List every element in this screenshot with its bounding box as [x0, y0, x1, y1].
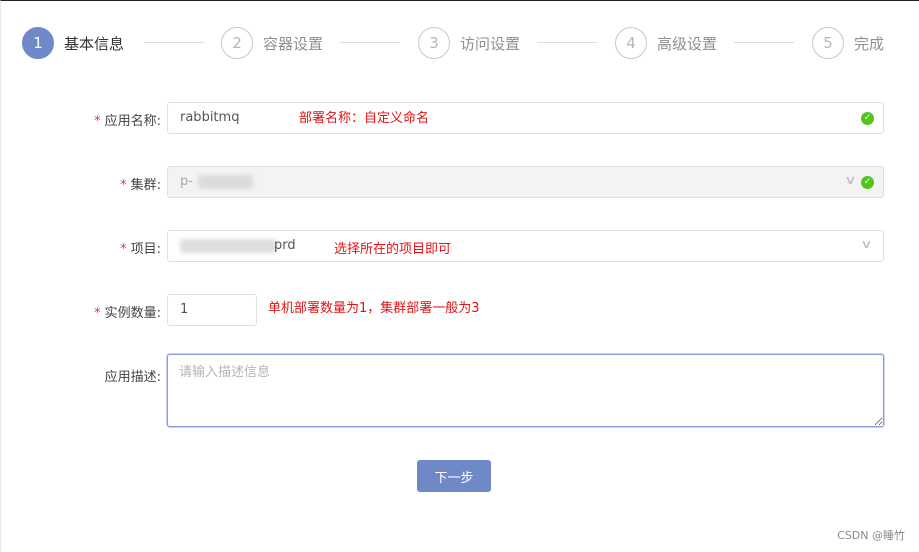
step-1-number: 1 — [22, 27, 54, 59]
step-connector — [537, 42, 597, 43]
step-connector — [144, 42, 204, 43]
next-step-button[interactable]: 下一步 — [417, 460, 491, 492]
step-connector — [734, 42, 794, 43]
step-4-number: 4 — [615, 27, 647, 59]
check-circle-icon: ✓ — [861, 176, 874, 189]
cluster-value: p- — [180, 174, 193, 189]
step-connector — [340, 42, 400, 43]
cluster-label: * 集群: — [120, 178, 161, 193]
chevron-down-icon: ∨ — [844, 173, 857, 187]
check-circle-icon: ✓ — [861, 112, 874, 125]
chevron-down-icon: ∨ — [860, 237, 873, 251]
project-label: * 项目: — [120, 242, 161, 257]
description-label: 应用描述: — [104, 370, 161, 385]
step-4: 4 高级设置 — [615, 26, 717, 60]
project-annotation: 选择所在的项目即可 — [334, 242, 452, 257]
app-name-value: rabbitmq — [180, 110, 240, 125]
step-5-number: 5 — [812, 27, 844, 59]
step-5-label: 完成 — [854, 34, 885, 53]
instances-value: 1 — [180, 302, 189, 317]
redaction-blur — [198, 175, 253, 189]
watermark: CSDN @睡竹 — [837, 529, 905, 542]
redaction-blur — [180, 239, 276, 253]
project-value: prd — [274, 238, 296, 253]
step-3: 3 访问设置 — [418, 26, 520, 60]
app-name-label: * 应用名称: — [94, 114, 161, 129]
step-2: 2 容器设置 — [221, 26, 323, 60]
description-textarea[interactable] — [167, 354, 884, 427]
step-5: 5 完成 — [812, 26, 884, 60]
step-1: 1 基本信息 — [22, 26, 124, 60]
step-3-number: 3 — [418, 27, 450, 59]
instances-input[interactable]: 1 — [167, 294, 257, 326]
step-2-label: 容器设置 — [263, 34, 324, 53]
app-name-annotation: 部署名称：自定义命名 — [299, 111, 430, 126]
instances-annotation: 单机部署数量为1，集群部署一般为3 — [268, 301, 480, 316]
instances-label: * 实例数量: — [94, 306, 161, 321]
step-2-number: 2 — [221, 27, 253, 59]
cluster-select[interactable]: p- ∨ ✓ — [167, 166, 884, 198]
app-name-input[interactable]: rabbitmq ✓ — [167, 102, 884, 134]
project-select[interactable]: prd ∨ — [167, 230, 884, 262]
step-3-label: 访问设置 — [460, 34, 521, 53]
step-1-label: 基本信息 — [64, 34, 125, 53]
step-4-label: 高级设置 — [657, 34, 718, 53]
